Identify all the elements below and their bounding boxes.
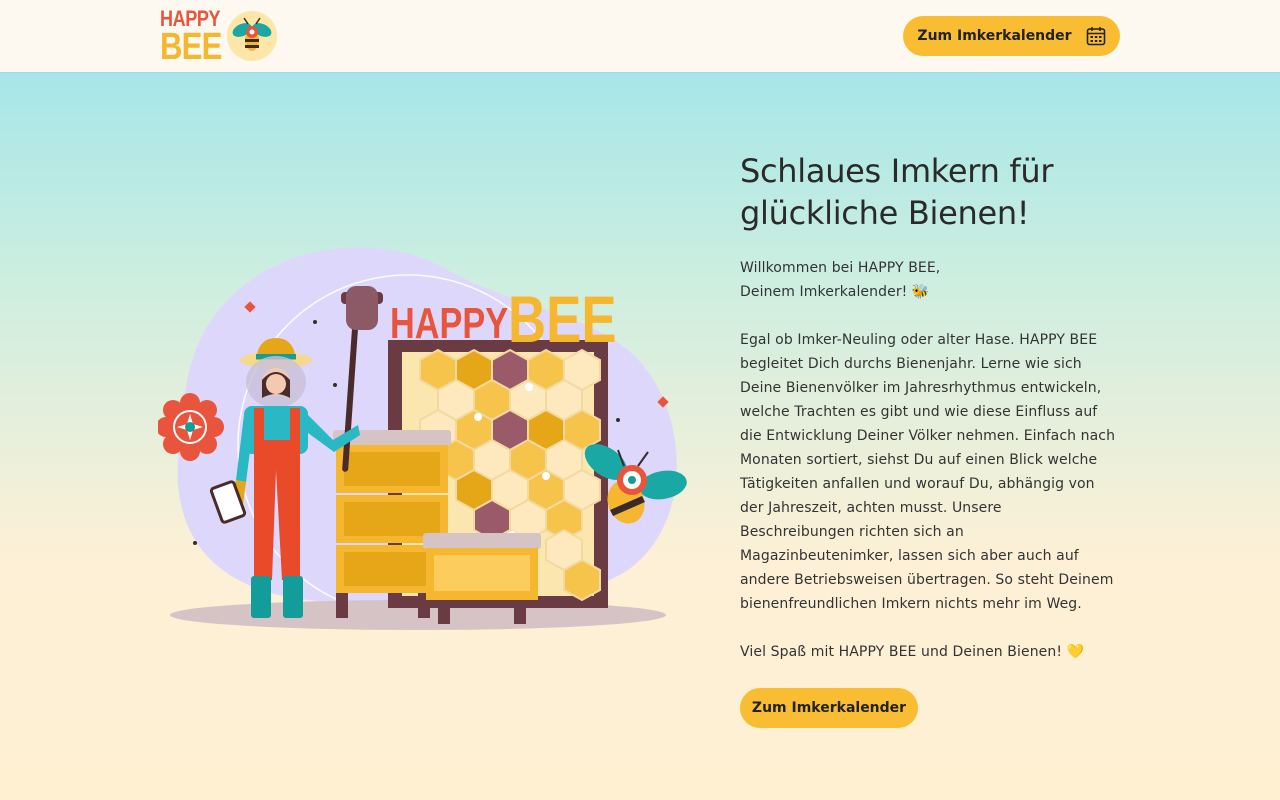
logo-line-bee: BEE xyxy=(160,26,222,68)
welcome-text: Willkommen bei HAPPY BEE, Deinem Imkerka… xyxy=(740,256,1120,304)
site-header: HAPPY BEE Zum Imkerkalender xyxy=(0,0,1280,72)
bee-badge-icon xyxy=(227,11,277,61)
closing-text: Viel Spaß mit HAPPY BEE und Deinen Biene… xyxy=(740,644,1085,660)
header-calendar-button[interactable]: Zum Imkerkalender xyxy=(903,16,1120,56)
illustration-sign-happy: HAPPY xyxy=(390,299,508,348)
calendar-icon xyxy=(1086,27,1105,46)
header-calendar-button-label: Zum Imkerkalender xyxy=(917,28,1072,44)
happy-bee-logo[interactable]: HAPPY BEE xyxy=(160,6,280,66)
illustration-sign-bee: BEE xyxy=(508,282,617,356)
main-content: Schlaues Imkern für glückliche Bienen! W… xyxy=(740,150,1120,728)
flower-icon xyxy=(158,393,224,461)
cta-calendar-button-label: Zum Imkerkalender xyxy=(751,700,907,716)
logo-wordmark: HAPPY BEE xyxy=(160,8,235,68)
welcome-line-1: Willkommen bei HAPPY BEE, xyxy=(740,260,941,276)
welcome-line-2: Deinem Imkerkalender! 🐝 xyxy=(740,284,930,300)
beekeeper-illustration: HAPPY BEE xyxy=(158,247,687,630)
description-paragraph: Egal ob Imker-Neuling oder alter Hase. H… xyxy=(740,332,1116,612)
page-title: Schlaues Imkern für glückliche Bienen! xyxy=(740,152,1054,232)
cta-calendar-button[interactable]: Zum Imkerkalender xyxy=(740,688,918,728)
